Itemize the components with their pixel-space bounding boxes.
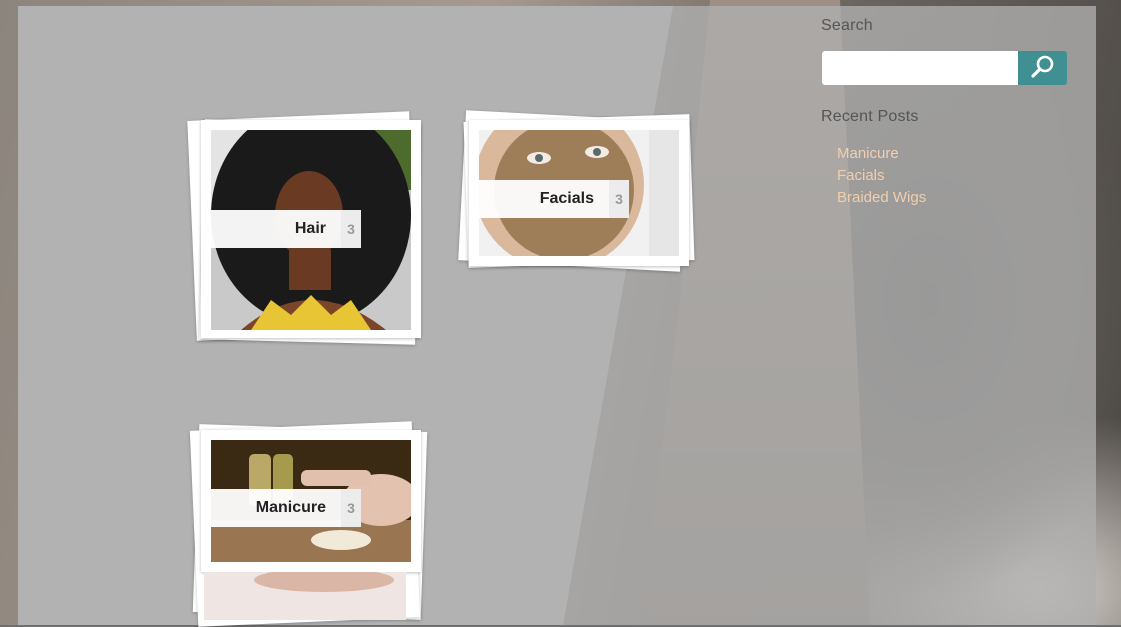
category-count: 3 <box>341 489 361 527</box>
search-icon <box>1030 53 1056 84</box>
category-count: 3 <box>609 180 629 218</box>
search-button[interactable] <box>1018 51 1067 85</box>
search-heading: Search <box>821 17 873 34</box>
search-input[interactable] <box>822 51 1018 85</box>
category-name: Facials <box>539 190 594 207</box>
recent-post-link[interactable]: Facials <box>837 167 885 184</box>
recent-posts-list: Manicure Facials Braided Wigs <box>837 143 926 209</box>
category-photo-underlay <box>204 572 406 620</box>
category-label-manicure[interactable]: Manicure 3 <box>211 489 361 527</box>
category-label-hair[interactable]: Hair 3 <box>211 210 361 248</box>
category-name: Hair <box>294 220 326 237</box>
recent-post-link[interactable]: Manicure <box>837 145 899 162</box>
recent-posts-heading: Recent Posts <box>821 108 919 125</box>
recent-post-item: Facials <box>837 165 926 187</box>
category-label-facials[interactable]: Facials 3 <box>479 180 629 218</box>
recent-post-link[interactable]: Braided Wigs <box>837 189 926 206</box>
category-count: 3 <box>341 210 361 248</box>
recent-post-item: Manicure <box>837 143 926 165</box>
category-name: Manicure <box>255 499 326 516</box>
recent-post-item: Braided Wigs <box>837 187 926 209</box>
